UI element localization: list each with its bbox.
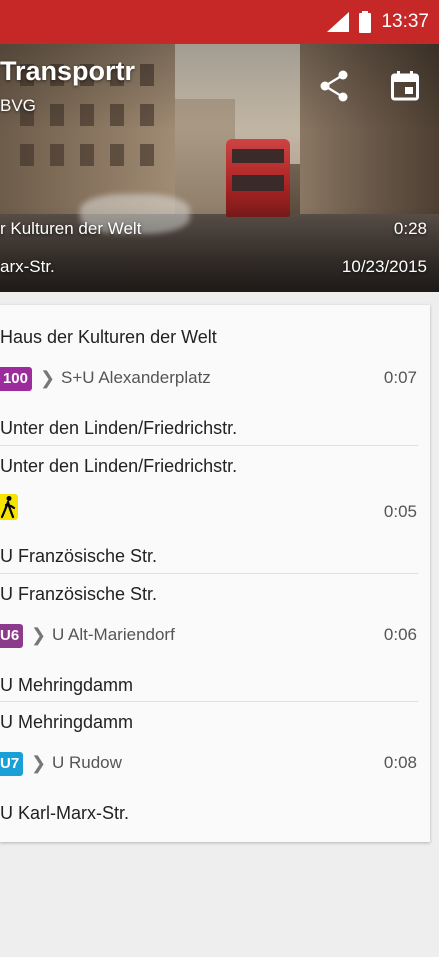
leg-duration: 0:06 xyxy=(383,625,417,644)
leg-destination: U Alt-Mariendorf xyxy=(52,625,175,644)
leg-departure-stop: U Mehringdamm xyxy=(0,712,134,732)
walking-person-icon xyxy=(0,496,16,519)
trip-date: 10/23/2015 xyxy=(341,257,427,276)
signal-icon xyxy=(327,12,350,32)
chevron-right-icon: ❯ xyxy=(40,368,56,388)
trip-legs-card: Haus der Kulturen der Welt 100 ❯ S+U Ale… xyxy=(0,305,430,842)
leg-duration: 0:07 xyxy=(383,368,417,387)
leg-arrival-stop: U Mehringdamm xyxy=(0,675,134,695)
leg-row[interactable]: U6 ❯ U Alt-Mariendorf 0:06 xyxy=(0,622,430,652)
network-name: BVG xyxy=(0,96,36,115)
leg-destination: U Rudow xyxy=(52,753,122,772)
leg-row[interactable]: 0:05 xyxy=(0,494,430,524)
trip-header: Transportr BVG r Kulturen der Welt arx-S… xyxy=(0,44,439,292)
divider xyxy=(0,701,418,702)
status-time: 13:37 xyxy=(381,11,429,32)
leg-destination: S+U Alexanderplatz xyxy=(61,368,211,387)
divider xyxy=(0,445,418,446)
status-bar: 13:37 xyxy=(0,0,439,44)
leg-departure-stop: Unter den Linden/Friedrichstr. xyxy=(0,456,238,476)
walk-badge xyxy=(0,494,18,520)
leg-duration: 0:08 xyxy=(383,753,417,772)
line-badge: U6 xyxy=(0,624,23,648)
trip-to: arx-Str. xyxy=(0,257,55,276)
leg-row[interactable]: U7 ❯ U Rudow 0:08 xyxy=(0,750,430,780)
calendar-icon xyxy=(391,71,419,101)
line-badge: U7 xyxy=(0,752,23,776)
leg-departure-stop: Haus der Kulturen der Welt xyxy=(0,327,217,347)
divider xyxy=(0,573,418,574)
battery-icon xyxy=(359,11,372,33)
trip-from: r Kulturen der Welt xyxy=(0,219,142,238)
leg-duration: 0:05 xyxy=(383,502,417,521)
share-button[interactable] xyxy=(314,66,354,106)
add-to-calendar-button[interactable] xyxy=(385,66,425,106)
share-icon xyxy=(320,70,348,102)
leg-arrival-stop: Unter den Linden/Friedrichstr. xyxy=(0,418,238,438)
leg-arrival-stop: U Karl-Marx-Str. xyxy=(0,803,130,823)
chevron-right-icon: ❯ xyxy=(31,625,47,645)
leg-departure-stop: U Französische Str. xyxy=(0,584,158,604)
leg-row[interactable]: 100 ❯ S+U Alexanderplatz 0:07 xyxy=(0,365,430,395)
line-badge: 100 xyxy=(0,367,32,391)
app-title: Transportr xyxy=(0,56,136,86)
chevron-right-icon: ❯ xyxy=(31,753,47,773)
leg-arrival-stop: U Französische Str. xyxy=(0,546,158,566)
trip-duration: 0:28 xyxy=(393,219,427,238)
